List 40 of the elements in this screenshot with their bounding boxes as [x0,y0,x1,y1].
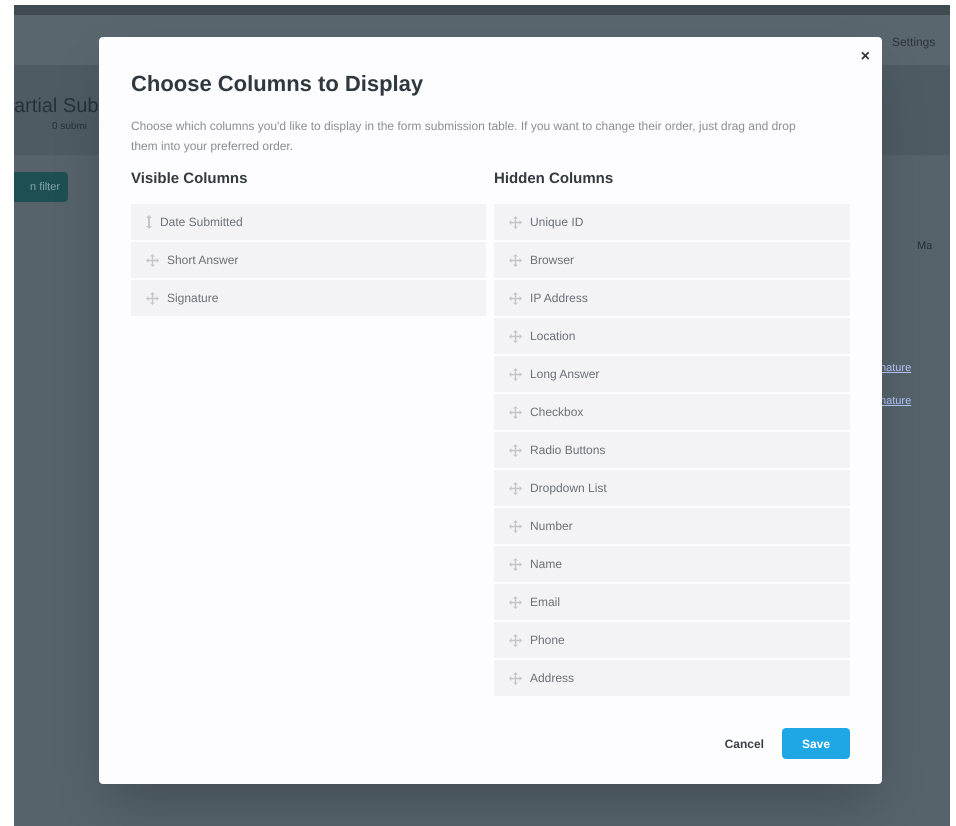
vertical-arrows-icon [146,215,152,229]
column-heading: Hidden Columns [494,169,614,189]
move-icon [509,368,522,380]
move-icon [509,254,522,266]
move-icon [509,216,522,228]
move-icon [509,634,522,646]
column-item[interactable]: Phone [494,622,850,658]
move-icon [509,520,522,532]
column-item[interactable]: Browser [494,242,850,278]
column-item[interactable]: Name [494,546,850,582]
move-icon [509,596,522,608]
move-icon [146,254,159,266]
move-icon [509,444,522,456]
column-item[interactable]: Signature [131,280,486,316]
move-icon [146,292,159,304]
column-item[interactable]: Dropdown List [494,470,850,506]
move-icon [509,292,522,304]
dialog-title: Choose Columns to Display [131,70,424,98]
column-item[interactable]: Number [494,508,850,544]
cancel-button[interactable]: Cancel [724,734,764,752]
column-item[interactable]: IP Address [494,280,850,316]
column-heading: Visible Columns [131,169,248,189]
save-button[interactable]: Save [782,728,850,759]
move-icon [509,672,522,684]
filter-button[interactable]: n filter [14,172,68,202]
column-item[interactable]: Radio Buttons [494,432,850,468]
column-item[interactable]: Checkbox [494,394,850,430]
column-item[interactable]: Email [494,584,850,620]
column-item[interactable]: Unique ID [494,204,850,240]
move-icon [509,406,522,418]
column-item[interactable]: Date Submitted [131,204,486,240]
column-item[interactable]: Short Answer [131,242,486,278]
move-icon [509,330,522,342]
move-icon [509,482,522,494]
move-icon [509,558,522,570]
column-item[interactable]: Long Answer [494,356,850,392]
column-item[interactable]: Location [494,318,850,354]
column-item[interactable]: Address [494,660,850,696]
dialog-description: Choose which columns you'd like to display in the form submission table. If you want to change their order, just drag and drop them into your preferred order. [131,118,797,155]
close-button[interactable]: × [860,45,870,69]
